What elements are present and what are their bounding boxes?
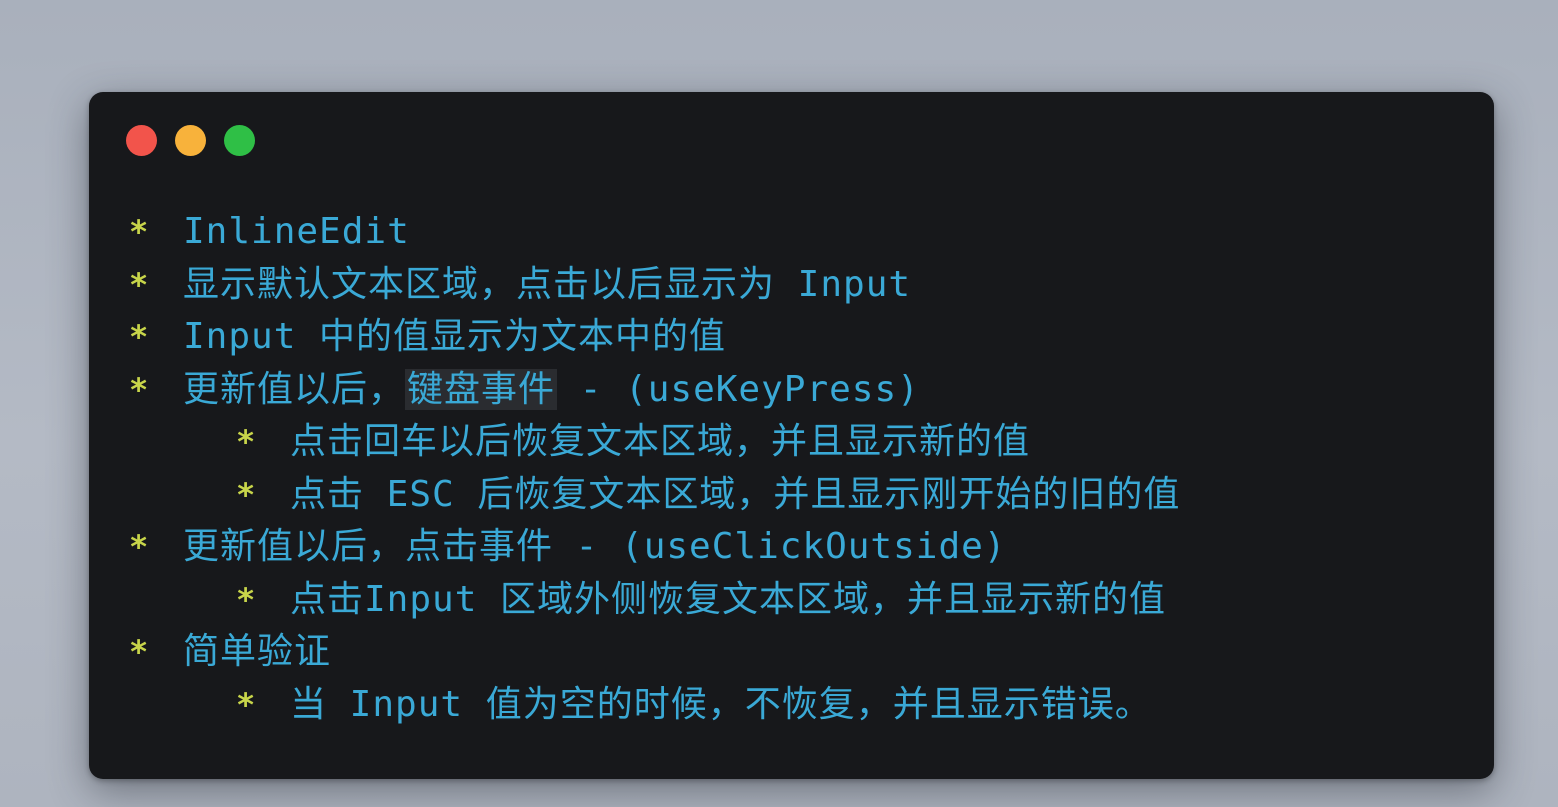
list-item-text: 点击 ESC 后恢复文本区域，并且显示刚开始的旧的值 (290, 473, 1181, 515)
bullet-star: * (129, 528, 149, 566)
list-item-text: 更新值以后，键盘事件 - (useKeyPress) (183, 364, 920, 417)
bullet-star: * (129, 265, 149, 304)
text-segment: - (useKeyPress) (557, 368, 920, 410)
list-item: * 点击Input 区域外侧恢复文本区域，并且显示新的值 (129, 574, 1454, 627)
list-item: * 点击回车以后恢复文本区域，并且显示新的值 (129, 416, 1454, 469)
bullet-star: * (236, 475, 256, 514)
list-item: * 更新值以后，点击事件 - (useClickOutside) (129, 521, 1454, 574)
list-item-text: 更新值以后，点击事件 - (useClickOutside) (183, 526, 1007, 567)
bullet-star: * (129, 370, 149, 409)
text-segment: 更新值以后， (183, 368, 406, 410)
bullet-star: * (236, 423, 256, 461)
close-button[interactable] (126, 125, 157, 156)
bullet-star: * (129, 633, 149, 671)
list-item-text: 简单验证 (183, 631, 332, 672)
list-item-text: Input 中的值显示为文本中的值 (183, 316, 727, 357)
bullet-star: * (129, 318, 149, 356)
list-item-text: 当 Input 值为空的时候，不恢复，并且显示错误。 (290, 683, 1152, 725)
terminal-window: * InlineEdit * 显示默认文本区域，点击以后显示为 Input * … (89, 92, 1494, 779)
list-item: * 简单验证 (129, 626, 1454, 679)
list-item: * 更新值以后，键盘事件 - (useKeyPress) (129, 364, 1454, 417)
bullet-star: * (129, 213, 149, 251)
list-item-text: 显示默认文本区域，点击以后显示为 Input (183, 263, 912, 305)
list-item-text: 点击回车以后恢复文本区域，并且显示新的值 (290, 421, 1031, 462)
list-item-text: 点击Input 区域外侧恢复文本区域，并且显示新的值 (290, 578, 1167, 620)
selected-text[interactable]: 键盘事件 (405, 368, 558, 410)
list-item: * InlineEdit (129, 206, 1454, 259)
list-item: * 点击 ESC 后恢复文本区域，并且显示刚开始的旧的值 (129, 469, 1454, 522)
list-item: * Input 中的值显示为文本中的值 (129, 311, 1454, 364)
maximize-button[interactable] (224, 125, 255, 156)
bullet-star: * (236, 580, 256, 619)
list-item: * 当 Input 值为空的时候，不恢复，并且显示错误。 (129, 679, 1454, 732)
bullet-star: * (236, 685, 256, 724)
minimize-button[interactable] (175, 125, 206, 156)
list-item: * 显示默认文本区域，点击以后显示为 Input (129, 259, 1454, 312)
window-controls (126, 125, 255, 156)
list-item-text: InlineEdit (183, 211, 410, 252)
notes-list: * InlineEdit * 显示默认文本区域，点击以后显示为 Input * … (129, 206, 1454, 731)
